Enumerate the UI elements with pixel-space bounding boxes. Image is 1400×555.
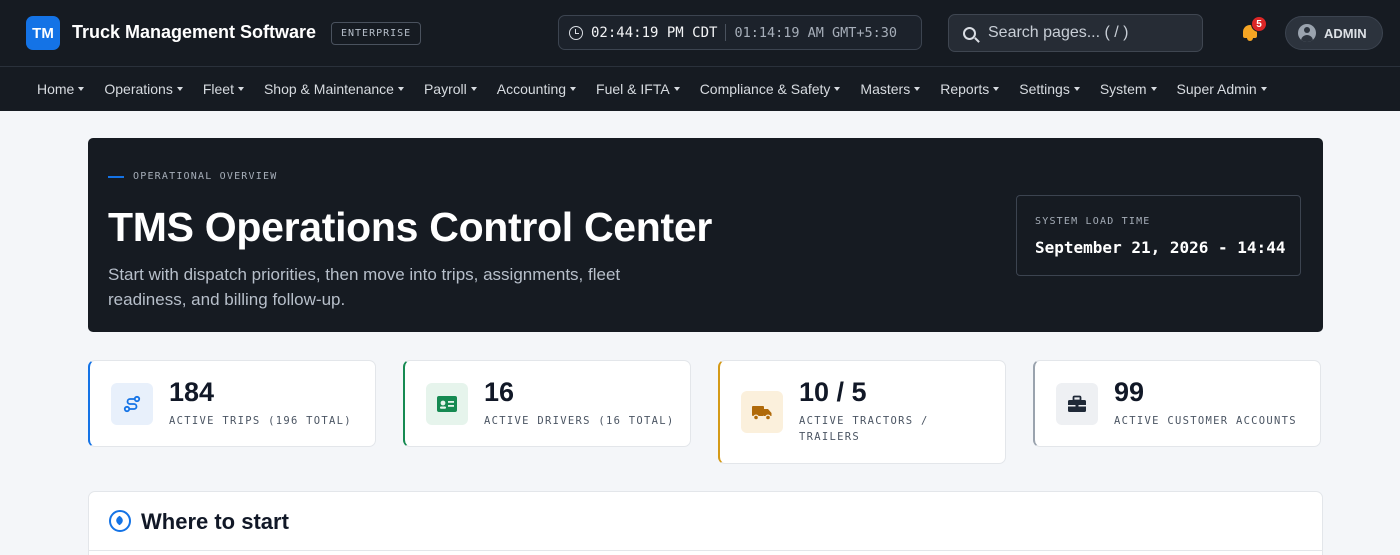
nav-item-operations[interactable]: Operations [94,81,192,97]
caret-down-icon [470,87,477,91]
stat-label: ACTIVE TRIPS (196 TOTAL) [169,415,352,427]
stat-label: ACTIVE TRACTORS / TRAILERS [799,415,929,443]
clock-divider [725,24,727,41]
truck-icon [741,391,783,433]
caret-down-icon [834,87,841,91]
id-card-icon [426,383,468,425]
user-avatar-icon [1298,24,1316,42]
nav-label: System [1099,81,1147,97]
top-header: TM Truck Management Software ENTERPRISE … [0,0,1400,67]
nav-item-shop-maintenance[interactable]: Shop & Maintenance [254,81,414,97]
page-subtitle: Start with dispatch priorities, then mov… [108,265,621,309]
stat-value: 184 [169,377,215,407]
nav-item-compliance-safety[interactable]: Compliance & Safety [690,81,851,97]
nav-item-system[interactable]: System [1090,81,1167,97]
caret-down-icon [1150,87,1157,91]
clock-display: 02:44:19 PM CDT 01:14:19 AM GMT+5:30 [558,15,922,50]
where-to-start-section: Where to start [88,491,1323,555]
stat-card-active-customer-accounts[interactable]: 99 ACTIVE CUSTOMER ACCOUNTS [1033,360,1321,447]
nav-label: Compliance & Safety [699,81,831,97]
user-menu-button[interactable]: ADMIN [1285,16,1383,50]
search-input[interactable]: Search pages... ( / ) [988,24,1129,42]
caret-down-icon [237,87,244,91]
nav-item-home[interactable]: Home [27,81,94,97]
stat-value: 99 [1114,377,1145,407]
caret-down-icon [1073,87,1080,91]
app-title[interactable]: Truck Management Software [72,22,316,43]
search-icon [963,26,976,40]
nav-label: Super Admin [1176,81,1257,97]
page-title: TMS Operations Control Center [108,204,713,250]
nav-label: Home [37,81,75,97]
caret-down-icon [673,87,680,91]
stat-card-active-trips[interactable]: 184 ACTIVE TRIPS (196 TOTAL) [88,360,376,447]
clock-primary: 02:44:19 PM CDT [591,24,718,41]
stat-label: ACTIVE DRIVERS (16 TOTAL) [484,415,675,427]
stat-card-active-drivers[interactable]: 16 ACTIVE DRIVERS (16 TOTAL) [403,360,691,447]
hero-eyebrow: OPERATIONAL OVERVIEW [108,171,277,182]
nav-label: Settings [1019,81,1070,97]
caret-down-icon [78,87,85,91]
eyebrow-accent-line [108,175,124,178]
load-time-value: September 21, 2026 - 14:44 [1035,238,1286,257]
stat-label: ACTIVE CUSTOMER ACCOUNTS [1114,415,1297,427]
edition-badge: ENTERPRISE [331,22,422,45]
nav-item-settings[interactable]: Settings [1009,81,1090,97]
nav-item-masters[interactable]: Masters [850,81,930,97]
stat-value: 16 [484,377,515,407]
caret-down-icon [914,87,921,91]
nav-label: Masters [860,81,911,97]
nav-label: Fuel & IFTA [596,81,670,97]
section-header: Where to start [89,492,1322,551]
hero-panel: OPERATIONAL OVERVIEW TMS Operations Cont… [88,138,1323,332]
nav-item-payroll[interactable]: Payroll [414,81,487,97]
app-logo[interactable]: TM [26,16,60,50]
nav-label: Accounting [496,81,567,97]
caret-down-icon [397,87,404,91]
caret-down-icon [176,87,183,91]
main-nav: Home Operations Fleet Shop & Maintenance… [0,67,1400,111]
nav-item-fuel-ifta[interactable]: Fuel & IFTA [586,81,690,97]
stat-card-active-tractors-trailers[interactable]: 10 / 5 ACTIVE TRACTORS / TRAILERS [718,360,1006,464]
section-title: Where to start [141,509,289,534]
nav-item-fleet[interactable]: Fleet [193,81,254,97]
eyebrow-text: OPERATIONAL OVERVIEW [133,171,278,182]
nav-label: Fleet [202,81,234,97]
clock-secondary: 01:14:19 AM GMT+5:30 [734,24,897,41]
search-box[interactable]: Search pages... ( / ) [948,14,1203,52]
nav-label: Payroll [423,81,467,97]
caret-down-icon [570,87,577,91]
caret-down-icon [993,87,1000,91]
nav-item-super-admin[interactable]: Super Admin [1167,81,1277,97]
caret-down-icon [1260,87,1267,91]
nav-label: Operations [104,81,173,97]
clock-icon [569,25,583,40]
stat-value: 10 / 5 [799,377,867,407]
nav-label: Reports [940,81,990,97]
route-icon [111,383,153,425]
nav-item-reports[interactable]: Reports [930,81,1009,97]
briefcase-icon [1056,383,1098,425]
nav-item-accounting[interactable]: Accounting [487,81,586,97]
notification-count-badge: 5 [1251,16,1267,32]
system-load-time-box: SYSTEM LOAD TIME September 21, 2026 - 14… [1016,195,1301,276]
nav-label: Shop & Maintenance [263,81,394,97]
user-label: ADMIN [1324,25,1367,41]
load-time-label: SYSTEM LOAD TIME [1035,216,1151,227]
compass-icon [109,510,131,532]
